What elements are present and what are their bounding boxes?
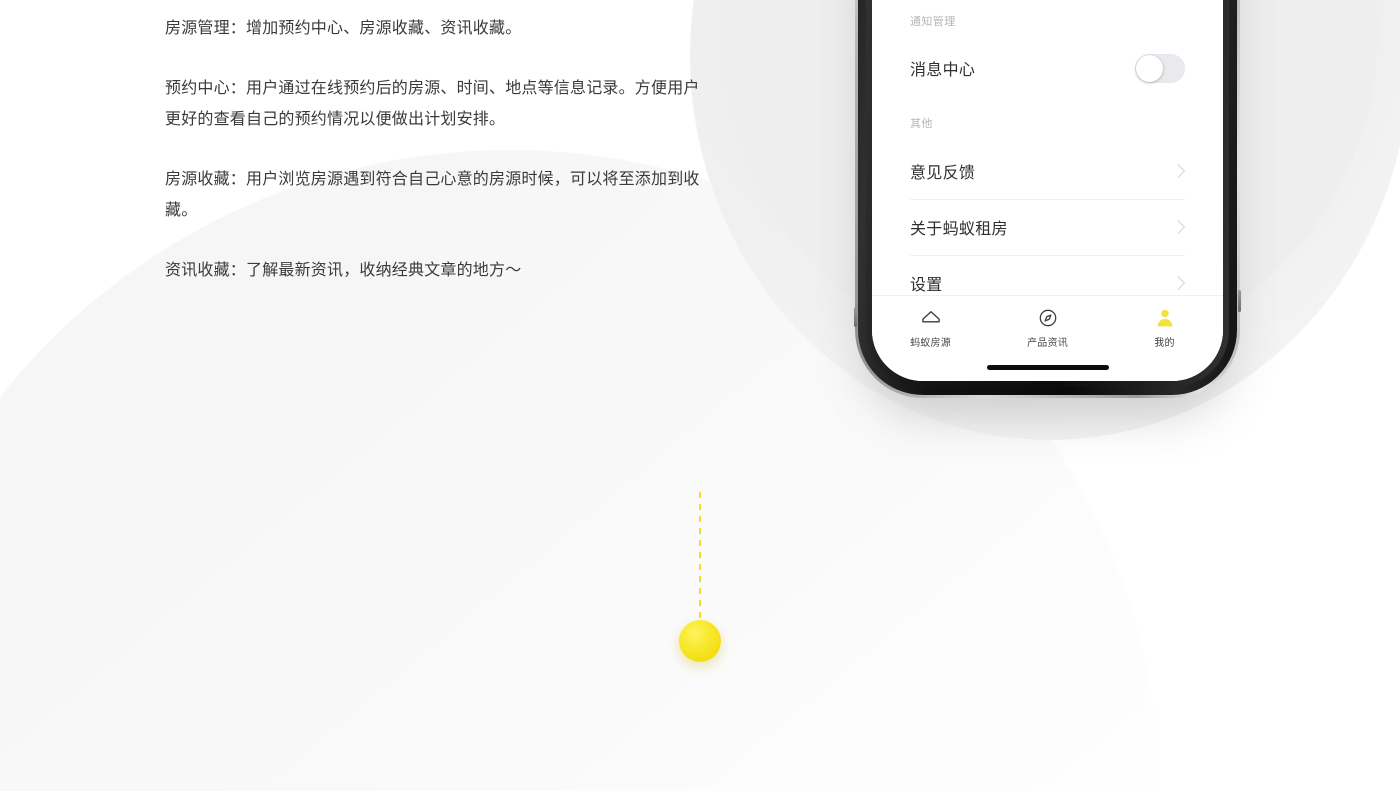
tab-product-news[interactable]: 产品资讯: [989, 307, 1106, 349]
accent-dashed-line: [699, 492, 701, 625]
tab-label-mine: 我的: [1154, 338, 1175, 349]
message-center-toggle[interactable]: [1135, 53, 1185, 83]
chevron-right-icon: [1170, 163, 1186, 179]
tab-label-house-listings: 蚂蚁房源: [910, 338, 951, 349]
home-indicator: [986, 365, 1109, 370]
settings-row-label-feedback: 意见反馈: [910, 163, 976, 182]
section-header-other: 其他: [910, 117, 933, 130]
phone-power-button: [1238, 290, 1241, 312]
settings-row-label-settings: 设置: [910, 275, 943, 294]
description-paragraph-news-favorites: 资讯收藏：了解最新资讯，收纳经典文章的地方～: [165, 260, 522, 279]
chevron-right-icon: [1170, 219, 1186, 235]
person-icon: [1157, 309, 1172, 327]
compass-icon: [1039, 309, 1056, 327]
home-icon: [921, 311, 940, 323]
settings-row-feedback[interactable]: 意见反馈: [872, 143, 1223, 199]
tab-mine[interactable]: 我的: [1106, 307, 1223, 349]
settings-row-label-about: 关于蚂蚁租房: [910, 219, 1008, 238]
settings-scroll-view[interactable]: 通知管理 消息中心 其他 意见反馈 关于蚂蚁租房 设置 蚂蚁房源 产品资讯 我的: [872, 0, 1223, 381]
settings-list-other: 意见反馈 关于蚂蚁租房 设置: [872, 143, 1223, 311]
description-paragraph-appointment-center: 预约中心：用户通过在线预约后的房源、时间、地点等信息记录。方便用户更好的查看自己…: [165, 78, 700, 128]
phone-screen: 通知管理 消息中心 其他 意见反馈 关于蚂蚁租房 设置 蚂蚁房源 产品资讯 我的: [872, 0, 1223, 381]
settings-row-about[interactable]: 关于蚂蚁租房: [872, 199, 1223, 255]
chevron-right-icon: [1170, 275, 1186, 291]
accent-yellow-dot: [679, 620, 721, 662]
toggle-knob: [1136, 54, 1163, 82]
phone-volume-button: [854, 307, 857, 327]
settings-row-message-center[interactable]: 消息中心: [872, 45, 1223, 91]
accent-pin: [679, 492, 721, 664]
section-header-notifications: 通知管理: [910, 15, 956, 28]
tab-house-listings[interactable]: 蚂蚁房源: [872, 307, 989, 349]
phone-outer-frame: 通知管理 消息中心 其他 意见反馈 关于蚂蚁租房 设置 蚂蚁房源 产品资讯 我的: [854, 0, 1241, 398]
description-paragraph-house-favorites: 房源收藏：用户浏览房源遇到符合自己心意的房源时候，可以将至添加到收藏。: [165, 169, 700, 219]
bottom-tab-bar: 蚂蚁房源 产品资讯 我的: [872, 295, 1223, 381]
phone-mockup: 通知管理 消息中心 其他 意见反馈 关于蚂蚁租房 设置 蚂蚁房源 产品资讯 我的: [854, 0, 1241, 400]
description-text-column: 房源管理：增加预约中心、房源收藏、资讯收藏。 预约中心：用户通过在线预约后的房源…: [165, 0, 705, 285]
settings-row-label-message-center: 消息中心: [910, 60, 976, 79]
description-paragraph-house-management: 房源管理：增加预约中心、房源收藏、资讯收藏。: [165, 18, 522, 37]
tab-label-product-news: 产品资讯: [1027, 338, 1068, 349]
